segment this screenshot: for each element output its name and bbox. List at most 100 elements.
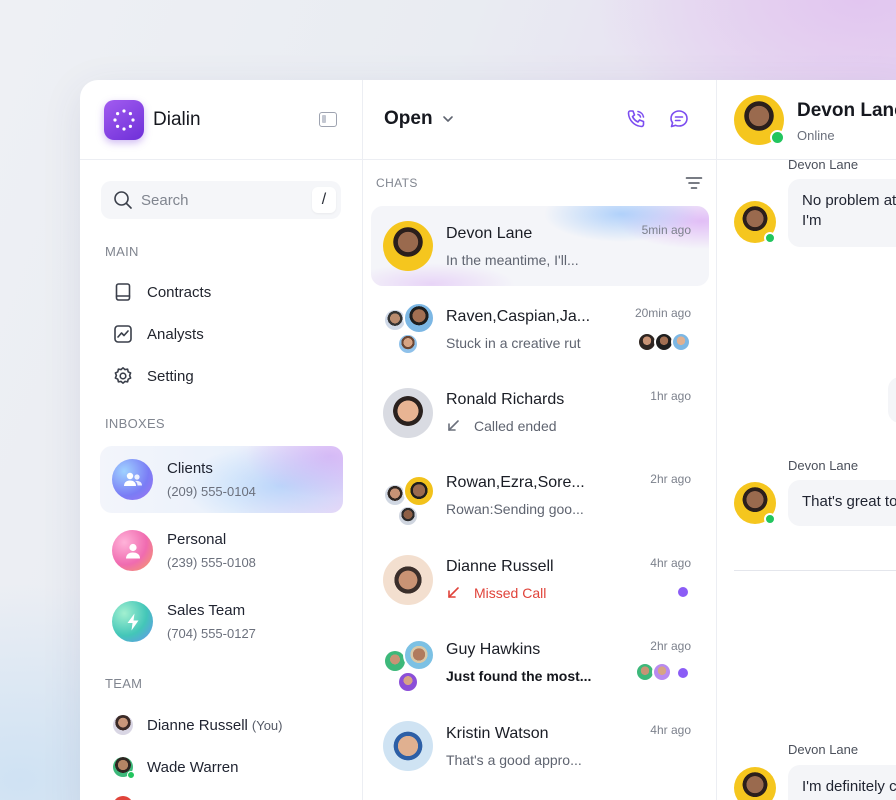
chat-preview-text: Called ended bbox=[474, 418, 557, 434]
avatar bbox=[383, 721, 433, 771]
app-logo bbox=[104, 100, 144, 140]
team-member-name: Wade Warren bbox=[147, 758, 239, 776]
chat-name: Rowan,Ezra,Sore... bbox=[446, 474, 585, 491]
avatar bbox=[383, 555, 433, 605]
nav-item-analysts[interactable]: Analysts bbox=[113, 321, 313, 347]
missed-call-icon bbox=[448, 587, 459, 598]
search-input[interactable] bbox=[141, 181, 301, 219]
inbox-name: Sales Team bbox=[167, 602, 246, 619]
message-icon[interactable] bbox=[668, 108, 690, 130]
inbox-sales-team[interactable]: Sales Team (704) 555-0127 bbox=[100, 588, 343, 655]
chevron-down-icon bbox=[442, 116, 453, 122]
message-bubble-outgoing bbox=[888, 377, 896, 423]
filter-icon[interactable] bbox=[685, 176, 703, 190]
avatar bbox=[385, 651, 405, 671]
chat-preview-text: Missed Call bbox=[474, 585, 547, 601]
chat-time: 2hr ago bbox=[650, 472, 691, 486]
online-indicator bbox=[127, 771, 135, 779]
chat-name: Raven,Caspian,Ja... bbox=[446, 308, 591, 325]
inbox-avatar bbox=[112, 530, 153, 571]
app-window: Dialin / MAIN Contracts Analysts bbox=[80, 80, 896, 800]
message-bubble: No problem at while and I'm bbox=[788, 179, 896, 247]
chat-time: 5min ago bbox=[641, 223, 691, 237]
inbox-avatar bbox=[112, 459, 153, 500]
avatar bbox=[652, 662, 672, 682]
avatar bbox=[403, 302, 435, 334]
app-name: Dialin bbox=[153, 109, 201, 130]
inbox-personal[interactable]: Personal (239) 555-0108 bbox=[100, 517, 343, 584]
team-member-name: Dianne Russell bbox=[147, 716, 248, 734]
avatar bbox=[397, 505, 419, 527]
chat-preview-missed: Missed Call bbox=[446, 585, 546, 601]
inbox-name: Personal bbox=[167, 531, 227, 548]
sidebar-toggle-icon[interactable] bbox=[319, 112, 337, 127]
user-icon bbox=[125, 543, 140, 558]
inbox-phone: (239) 555-0108 bbox=[167, 555, 256, 570]
avatar bbox=[403, 639, 435, 671]
contact-name: Devon Lane bbox=[797, 100, 896, 121]
chat-preview: Stuck in a creative rut bbox=[446, 335, 581, 351]
avatar bbox=[385, 485, 405, 505]
chat-name: Guy Hawkins bbox=[446, 641, 541, 658]
logo-icon bbox=[113, 109, 135, 131]
chat-row-guy-hawkins[interactable]: Guy Hawkins Just found the most... 2hr a… bbox=[371, 622, 709, 702]
chat-row-dianne-russell[interactable]: Dianne Russell Missed Call 4hr ago bbox=[371, 539, 709, 619]
chat-preview: Rowan:Sending goo... bbox=[446, 501, 584, 517]
conversation-header: Devon Lane Online bbox=[717, 80, 896, 160]
chat-row-ronald-richards[interactable]: Ronald Richards Called ended 1hr ago bbox=[371, 372, 709, 452]
chat-row-group-rowan[interactable]: Rowan,Ezra,Sore... Rowan:Sending goo... … bbox=[371, 455, 709, 535]
chat-list-header: Open bbox=[363, 80, 717, 160]
inbox-clients[interactable]: Clients (209) 555-0104 bbox=[100, 446, 343, 513]
divider bbox=[734, 570, 896, 571]
chat-row-group-raven[interactable]: Raven,Caspian,Ja... Stuck in a creative … bbox=[371, 289, 709, 369]
sidebar: Dialin / MAIN Contracts Analysts bbox=[80, 80, 363, 800]
contact-status: Online bbox=[797, 128, 835, 143]
avatar bbox=[397, 671, 419, 693]
message-sender: Devon Lane bbox=[788, 742, 859, 757]
status-filter-label: Open bbox=[384, 108, 433, 129]
search-box: / bbox=[101, 181, 341, 219]
message-sender: Devon Lane bbox=[788, 157, 859, 172]
section-label-main: MAIN bbox=[105, 244, 139, 259]
chart-icon bbox=[114, 325, 132, 343]
nav-label: Setting bbox=[147, 367, 194, 385]
chat-preview: That's a good appro... bbox=[446, 752, 582, 768]
nav-item-contracts[interactable]: Contracts bbox=[113, 279, 313, 305]
chat-row-devon-lane[interactable]: Devon Lane In the meantime, I'll... 5min… bbox=[371, 206, 709, 286]
inbox-phone: (209) 555-0104 bbox=[167, 484, 256, 499]
nav-label: Contracts bbox=[147, 283, 212, 301]
brand-bar: Dialin bbox=[80, 80, 363, 160]
online-indicator bbox=[764, 232, 776, 244]
chat-name: Ronald Richards bbox=[446, 391, 565, 408]
chat-time: 2hr ago bbox=[650, 639, 691, 653]
chat-time: 1hr ago bbox=[650, 389, 691, 403]
nav-item-setting[interactable]: Setting bbox=[113, 363, 313, 389]
gear-icon bbox=[114, 367, 132, 384]
avatar bbox=[383, 221, 433, 271]
avatar bbox=[385, 310, 405, 330]
unread-indicator bbox=[678, 587, 688, 597]
team-member-dianne-russell[interactable]: Dianne Russell (You) bbox=[113, 713, 283, 737]
phone-icon[interactable] bbox=[625, 108, 647, 130]
online-indicator bbox=[764, 513, 776, 525]
bolt-icon bbox=[127, 613, 138, 630]
avatar bbox=[383, 388, 433, 438]
team-member-wade-warren[interactable]: Wade Warren bbox=[113, 755, 238, 779]
chat-preview: In the meantime, I'll... bbox=[446, 252, 579, 268]
chats-section-label: CHATS bbox=[376, 176, 418, 190]
status-filter-dropdown[interactable]: Open bbox=[384, 108, 455, 130]
users-icon bbox=[123, 472, 142, 486]
inbox-name: Clients bbox=[167, 460, 213, 477]
chat-row-kristin-watson[interactable]: Kristin Watson That's a good appro... 4h… bbox=[371, 706, 709, 786]
inbox-phone: (704) 555-0127 bbox=[167, 626, 256, 641]
avatar bbox=[734, 767, 776, 800]
search-shortcut-key: / bbox=[312, 187, 336, 213]
chat-preview: Just found the most... bbox=[446, 668, 592, 684]
search-icon bbox=[114, 191, 132, 209]
chat-preview-call: Called ended bbox=[446, 418, 557, 434]
avatar bbox=[113, 715, 133, 735]
unread-indicator bbox=[678, 668, 688, 678]
section-label-team: TEAM bbox=[105, 676, 143, 691]
avatar bbox=[403, 475, 435, 507]
conversation-panel: Devon Lane Online Devon Lane No problem … bbox=[717, 80, 896, 800]
